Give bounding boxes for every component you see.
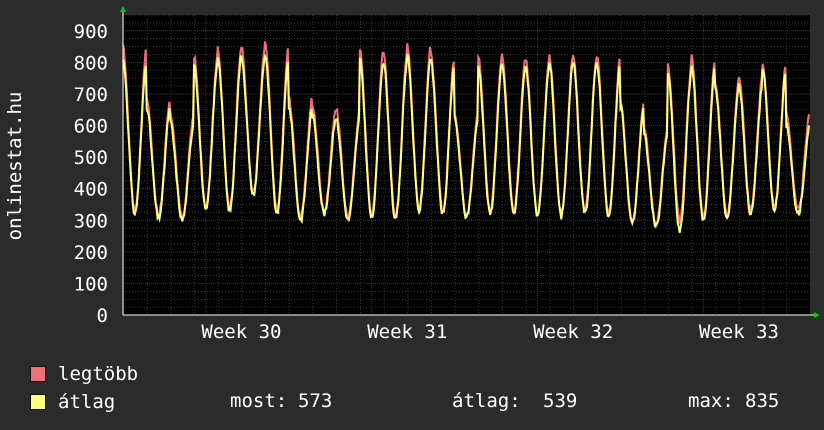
- x-axis-arrow: [814, 312, 820, 318]
- y-axis-label: onlinestat.hu: [4, 92, 26, 241]
- stat-atlag-label: átlag:: [452, 390, 521, 412]
- legend-swatch-avg: [30, 394, 46, 410]
- legend-label-avg: átlag: [58, 391, 116, 413]
- stat-max-label: max:: [688, 390, 734, 412]
- y-tick-label: 700: [74, 84, 108, 106]
- legend-label-max: legtöbb: [58, 363, 139, 385]
- y-tick-label: 600: [74, 116, 108, 138]
- y-tick-label: 200: [74, 242, 108, 264]
- y-tick-label: 800: [74, 52, 108, 74]
- x-tick-label: Week 33: [699, 321, 779, 343]
- legend-swatch-max: [30, 366, 46, 382]
- stat-most-label: most:: [230, 390, 288, 412]
- x-tick-label: Week 32: [533, 321, 613, 343]
- x-tick-label: Week 31: [367, 321, 447, 343]
- legend-item-avg: átlag: [30, 390, 115, 414]
- y-tick-label: 300: [74, 210, 108, 232]
- y-tick-label: 900: [74, 21, 108, 43]
- stat-max-value: 835: [745, 390, 780, 412]
- y-tick-label: 400: [74, 179, 108, 201]
- y-tick-label: 500: [74, 147, 108, 169]
- y-tick-label: 100: [74, 273, 108, 295]
- y-tick-label: 0: [97, 305, 108, 327]
- x-tick-label: Week 30: [201, 321, 281, 343]
- legend-item-max: legtöbb: [30, 362, 138, 386]
- stat-most-value: 573: [298, 390, 333, 412]
- stat-atlag-value: 539: [543, 390, 578, 412]
- y-axis-arrow: [120, 6, 126, 12]
- chart: 0 100 200 300 400 500 600 700 800 900 Week 30 Week …: [4, 6, 820, 343]
